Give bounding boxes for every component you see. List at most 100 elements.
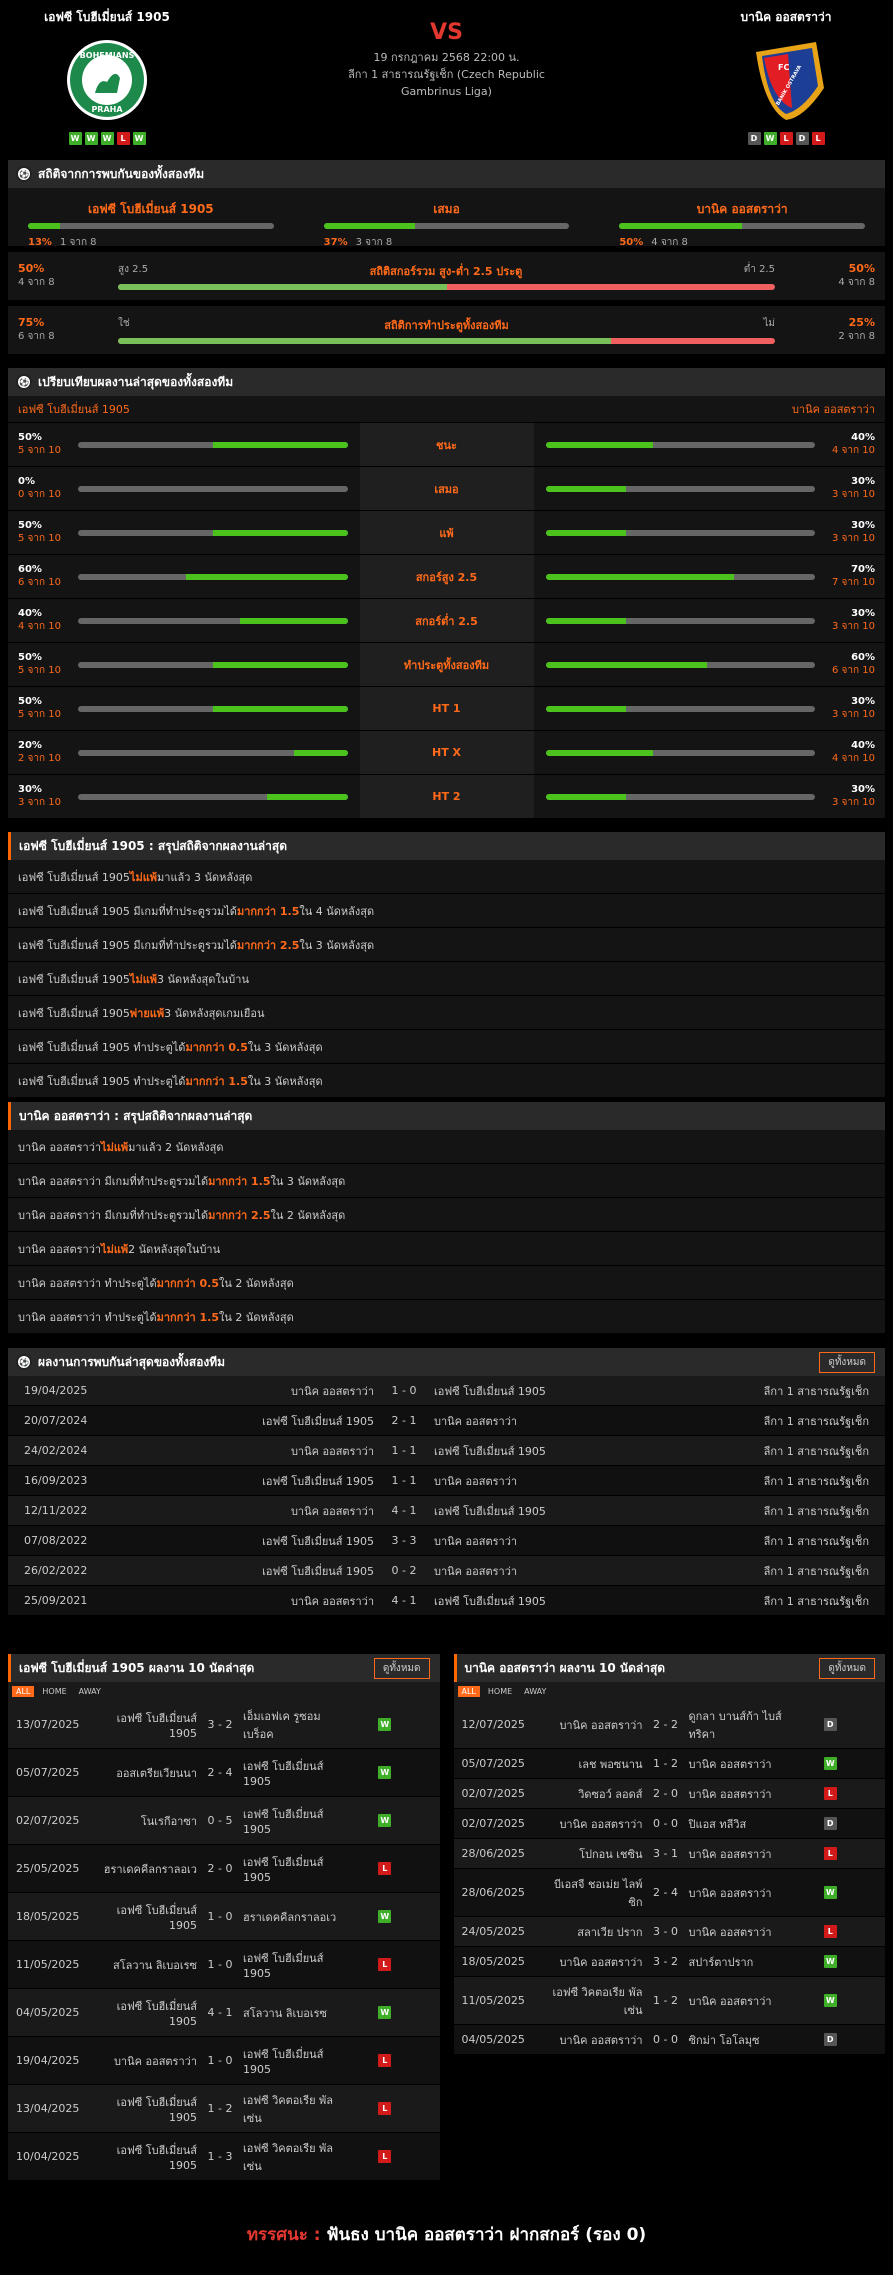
compare-bar-left: [78, 485, 348, 492]
compare-bar-right: [545, 705, 815, 712]
result-badge: W: [823, 1757, 837, 1770]
bts-bar: ใช่ สถิติการทำประตูทั้งสองทีม ไม่: [108, 316, 785, 344]
tab-home[interactable]: HOME: [38, 1686, 70, 1697]
result-badge: W: [378, 1814, 392, 1827]
h2h-col-label: บานิค ออสตราว่า: [696, 202, 788, 216]
summary-row: บานิค ออสตราว่า ทำประตูได้ มากกว่า 0.5 ใ…: [8, 1266, 885, 1300]
match-row: 02/07/2025 บานิค ออสตราว่า 0 - 0 ปิแอส ทลีว…: [453, 1809, 885, 1839]
result-badge: W: [823, 1955, 837, 1968]
compare-label: HT 2: [359, 775, 534, 818]
h2h-results-section: ⚽ ผลงานการพบกันล่าสุดของทั้งสองทีม ดูทั้งห…: [8, 1348, 885, 1616]
compare-title: เปรียบเทียบผลงานล่าสุดของทั้งสองทีม: [38, 374, 234, 389]
summary-row: บานิค ออสตราว่า ไม่แพ้ 2 นัดหลังสุดในบ้า…: [8, 1232, 885, 1266]
result-badge: L: [378, 2054, 392, 2067]
form-badge: W: [68, 132, 82, 145]
summary-row: เอฟซี โบฮีเมี่ยนส์ 1905 พ่ายแพ้ 3 นัดหลั…: [8, 996, 885, 1030]
home-team-logo: BOHEMIANS PRAHA: [65, 38, 149, 122]
match-row: 04/05/2025 บานิค ออสตราว่า 0 - 0 ซิกม่า โอโ…: [453, 2025, 885, 2055]
match-row: 24/05/2025 สลาเวีย ปราก 3 - 0 บานิค ออสตราว…: [453, 1917, 885, 1947]
form-badge: D: [795, 132, 809, 145]
h2h-result-row: 07/08/2022 เอฟซี โบฮีเมี่ยนส์ 1905 3 - 3 บา…: [8, 1526, 885, 1556]
compare-label: แพ้: [359, 511, 534, 554]
over-under-bar: สูง 2.5 สถิติสกอร์รวม สูง-ต่ำ 2.5 ประตู ต่…: [108, 262, 785, 290]
tab-away[interactable]: AWAY: [75, 1686, 105, 1697]
away-team-logo: FC BANÍK OSTRAVA: [744, 38, 828, 122]
last-ten-section: เอฟซี โบฮีเมี่ยนส์ 1905 ผลงาน 10 นัดล่าส…: [8, 1654, 885, 2181]
tab-all[interactable]: ALL: [12, 1686, 35, 1697]
tab-away[interactable]: AWAY: [520, 1686, 550, 1697]
match-row: 12/07/2025 บานิค ออสตราว่า 2 - 2 ดูกลา บานส…: [453, 1701, 885, 1749]
tab-home[interactable]: HOME: [484, 1686, 516, 1697]
compare-row: 50% 5 จาก 10 ชนะ 40% 4 จาก 10: [8, 422, 885, 466]
form-badge: L: [116, 132, 130, 145]
away-last-ten: บานิค ออสตราว่า ผลงาน 10 นัดล่าสุด ดูทั้ง…: [453, 1654, 885, 2055]
match-row: 11/05/2025 เอฟซี วิคตอเรีย พัลเซ่น 1 - 2 บา…: [453, 1977, 885, 2025]
compare-bar-left: [78, 441, 348, 448]
match-row: 18/05/2025 เอฟซี โบฮีเมี่ยนส์ 1905 1 - 0 ฮร…: [8, 1893, 440, 1941]
h2h-results-rows: 19/04/2025 บานิค ออสตราว่า 1 - 0 เอฟซี โบฮี…: [8, 1376, 885, 1616]
compare-row: 30% 3 จาก 10 HT 2 30% 3 จาก 10: [8, 774, 885, 818]
h2h-result-row: 12/11/2022 บานิค ออสตราว่า 4 - 1 เอฟซี โบฮี…: [8, 1496, 885, 1526]
h2h-result-row: 26/02/2022 เอฟซี โบฮีเมี่ยนส์ 1905 0 - 2 บา…: [8, 1556, 885, 1586]
compare-label: ชนะ: [359, 423, 534, 466]
match-header: เอฟซี โบฮีเมี่ยนส์ 1905 BOHEMIANS PRAHA …: [0, 0, 893, 160]
home-last-ten: เอฟซี โบฮีเมี่ยนส์ 1905 ผลงาน 10 นัดล่าส…: [8, 1654, 440, 2181]
vs-label: VS: [430, 20, 463, 45]
home-view-all-button[interactable]: ดูทั้งหมด: [373, 1658, 430, 1679]
form-badge: W: [100, 132, 114, 145]
compare-bar-right: [545, 749, 815, 756]
result-badge: W: [823, 1886, 837, 1899]
home-summary-header: เอฟซี โบฮีเมี่ยนส์ 1905 : สรุปสถิติจากผล…: [8, 832, 885, 860]
compare-label: HT X: [359, 731, 534, 774]
compare-label: ทำประตูทั้งสองทีม: [359, 643, 534, 686]
compare-row: 50% 5 จาก 10 HT 1 30% 3 จาก 10: [8, 686, 885, 730]
home-logo-sub: PRAHA: [91, 105, 123, 114]
view-all-button[interactable]: ดูทั้งหมด: [819, 1352, 875, 1373]
bts-no: 25% 2 จาก 8: [838, 316, 875, 342]
h2h-col: เสมอ 37% 3 จาก 8: [323, 200, 570, 248]
soccer-ball-icon: ⚽: [16, 166, 32, 182]
h2h-stats-title: สถิติจากการพบกันของทั้งสองทีม: [38, 166, 205, 181]
match-row: 18/05/2025 บานิค ออสตราว่า 3 - 2 สปาร์ตาปรา…: [453, 1947, 885, 1977]
away-view-all-button[interactable]: ดูทั้งหมด: [819, 1658, 875, 1679]
bts-yes: 75% 6 จาก 8: [18, 316, 55, 342]
result-badge: W: [378, 1766, 392, 1779]
summary-row: เอฟซี โบฮีเมี่ยนส์ 1905 มีเกมที่ทำประตูร…: [8, 928, 885, 962]
h2h-result-row: 16/09/2023 เอฟซี โบฮีเมี่ยนส์ 1905 1 - 1 บา…: [8, 1466, 885, 1496]
match-row: 11/05/2025 สโลวาน ลิเบอเรซ 1 - 0 เอฟซี โบฮี…: [8, 1941, 440, 1989]
h2h-stats-section: ⚽ สถิติจากการพบกันของทั้งสองทีม เอฟซี โบฮ…: [8, 160, 885, 248]
result-badge: L: [378, 1862, 392, 1875]
compare-bar-left: [78, 705, 348, 712]
compare-bar-right: [545, 441, 815, 448]
away-team-name: บานิค ออสตราว่า: [740, 10, 832, 24]
compare-row: 60% 6 จาก 10 สกอร์สูง 2.5 70% 7 จาก 10: [8, 554, 885, 598]
compare-bar-left: [78, 749, 348, 756]
compare-row: 20% 2 จาก 10 HT X 40% 4 จาก 10: [8, 730, 885, 774]
compare-bar-left: [78, 793, 348, 800]
away-logo-fc: FC: [778, 63, 789, 72]
summary-row: บานิค ออสตราว่า ไม่แพ้ มาแล้ว 2 นัดหลังส…: [8, 1130, 885, 1164]
result-badge: L: [823, 1925, 837, 1938]
compare-label: เสมอ: [359, 467, 534, 510]
compare-bar-right: [545, 617, 815, 624]
h2h-col: เอฟซี โบฮีเมี่ยนส์ 1905 13% 1 จาก 8: [28, 200, 274, 248]
compare-rows: 50% 5 จาก 10 ชนะ 40% 4 จาก 10 0% 0 จาก 10 เสมอ 3…: [8, 422, 885, 818]
compare-label: สกอร์ต่ำ 2.5: [359, 599, 534, 642]
form-badge: W: [763, 132, 777, 145]
compare-bar-right: [545, 661, 815, 668]
tab-all[interactable]: ALL: [457, 1686, 480, 1697]
result-badge: W: [378, 2006, 392, 2019]
both-score-stat: 75% 6 จาก 8 ใช่ สถิติการทำประตูทั้งสองทีมไ…: [8, 306, 885, 354]
result-badge: D: [823, 1718, 837, 1731]
h2h-result-row: 25/09/2021 บานิค ออสตราว่า 4 - 1 เอฟซี โบฮี…: [8, 1586, 885, 1616]
result-badge: L: [378, 2150, 392, 2163]
match-row: 13/04/2025 เอฟซี โบฮีเมี่ยนส์ 1905 1 - 2 เอ…: [8, 2085, 440, 2133]
match-row: 05/07/2025 ออสเตรียเวียนนา 2 - 4 เอฟซี โบฮี…: [8, 1749, 440, 1797]
compare-bar-right: [545, 793, 815, 800]
away-summary-section: บานิค ออสตราว่า : สรุปสถิติจากผลงานล่าสุ…: [8, 1102, 885, 1334]
home-tabs: ALL HOME AWAY: [8, 1682, 440, 1701]
home-last-rows: 13/07/2025 เอฟซี โบฮีเมี่ยนส์ 1905 3 - 2 เอ…: [8, 1701, 440, 2181]
match-datetime: 19 กรกฎาคม 2568 22:00 น.: [373, 51, 520, 64]
away-form: DWLDL: [691, 132, 881, 145]
match-row: 28/06/2025 โปกอน เชซิน 3 - 1 บานิค ออสตราว่…: [453, 1839, 885, 1869]
